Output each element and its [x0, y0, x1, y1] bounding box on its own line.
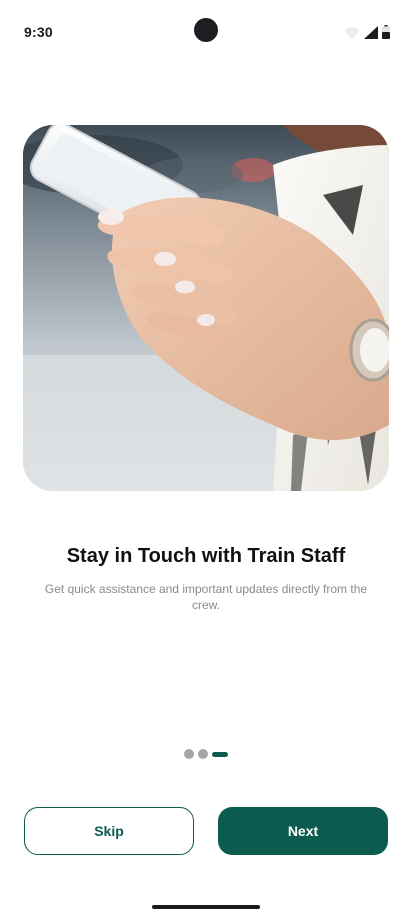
page-indicator — [0, 749, 412, 759]
battery-icon — [382, 25, 390, 44]
onboarding-subtitle: Get quick assistance and important updat… — [44, 582, 368, 612]
home-indicator[interactable] — [152, 905, 260, 909]
page-dot-1[interactable] — [184, 749, 194, 759]
status-time: 9:30 — [24, 24, 53, 40]
hero-image — [23, 125, 389, 491]
front-camera — [194, 18, 218, 42]
skip-button[interactable]: Skip — [24, 807, 194, 855]
page-dot-2[interactable] — [198, 749, 208, 759]
onboarding-title: Stay in Touch with Train Staff — [66, 545, 346, 567]
cellular-signal-icon — [364, 25, 378, 44]
status-icons — [344, 25, 390, 44]
page-dot-3-active[interactable] — [212, 751, 228, 757]
next-button[interactable]: Next — [218, 807, 388, 855]
wifi-icon — [344, 26, 360, 44]
status-bar: 9:30 — [0, 0, 412, 64]
